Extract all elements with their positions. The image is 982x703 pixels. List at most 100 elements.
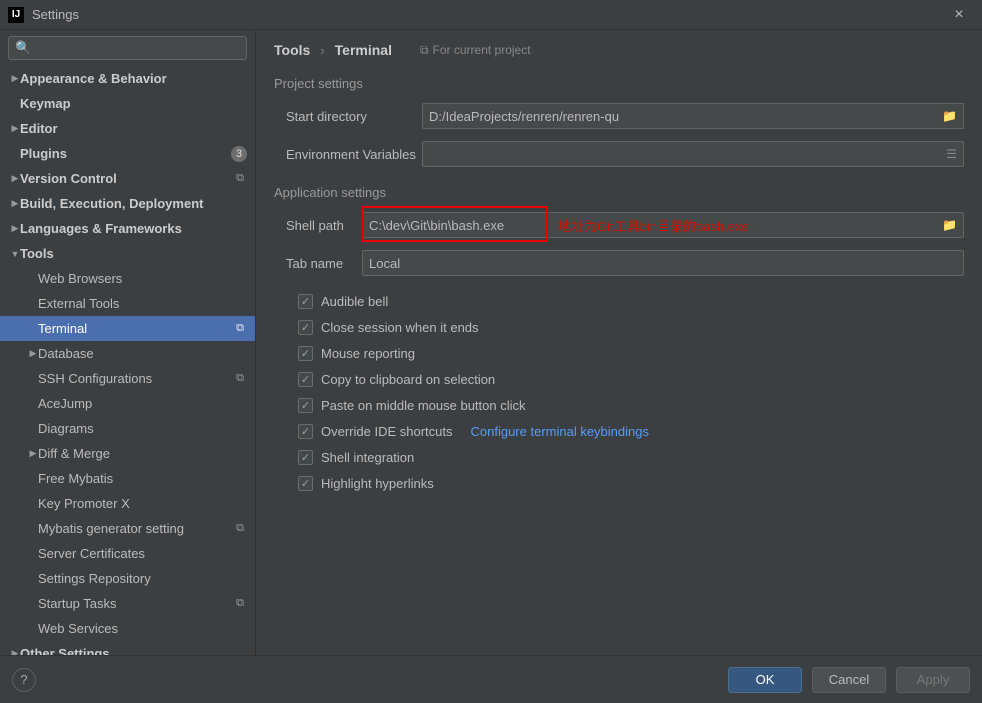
- sidebar-item-version-control[interactable]: ▶Version Control⧉: [0, 166, 255, 191]
- chevron-right-icon[interactable]: ▶: [10, 123, 20, 134]
- search-box[interactable]: 🔍: [8, 36, 247, 60]
- chevron-right-icon[interactable]: ▶: [28, 448, 38, 459]
- chevron-right-icon[interactable]: ▶: [10, 198, 20, 209]
- checkbox[interactable]: ✓: [298, 424, 313, 439]
- sidebar-item-label: Tools: [20, 246, 247, 261]
- sidebar-item-plugins[interactable]: Plugins3: [0, 141, 255, 166]
- checkbox-label: Close session when it ends: [321, 320, 479, 335]
- chevron-right-icon[interactable]: ▶: [10, 173, 20, 184]
- sidebar-item-mybatis-generator-setting[interactable]: Mybatis generator setting⧉: [0, 516, 255, 541]
- shell-path-field[interactable]: 📁: [362, 212, 964, 238]
- list-icon[interactable]: ☰: [946, 147, 957, 161]
- for-current-project: ⧉ For current project: [420, 43, 531, 58]
- search-input[interactable]: [35, 41, 240, 56]
- checkbox-row-mouse-reporting: ✓ Mouse reporting: [274, 340, 964, 366]
- sidebar-item-label: Other Settings: [20, 646, 247, 655]
- sidebar-item-languages-frameworks[interactable]: ▶Languages & Frameworks: [0, 216, 255, 241]
- sidebar-item-label: AceJump: [38, 396, 247, 411]
- sidebar-item-terminal[interactable]: Terminal⧉: [0, 316, 255, 341]
- sidebar-item-ssh-configurations[interactable]: SSH Configurations⧉: [0, 366, 255, 391]
- sidebar-item-label: Terminal: [38, 321, 233, 336]
- ok-button[interactable]: OK: [728, 667, 802, 693]
- sidebar-item-label: Key Promoter X: [38, 496, 247, 511]
- checkbox-row-override-ide-shortcuts: ✓Override IDE shortcutsConfigure termina…: [274, 418, 964, 444]
- start-directory-label: Start directory: [274, 109, 422, 124]
- tab-name-field[interactable]: [362, 250, 964, 276]
- sidebar-item-build-execution-deployment[interactable]: ▶Build, Execution, Deployment: [0, 191, 255, 216]
- env-vars-input[interactable]: [429, 147, 946, 162]
- folder-icon[interactable]: 📁: [942, 109, 957, 123]
- checkbox[interactable]: ✓: [298, 372, 313, 387]
- checkbox[interactable]: ✓: [298, 294, 313, 309]
- sidebar-item-free-mybatis[interactable]: Free Mybatis: [0, 466, 255, 491]
- env-vars-field[interactable]: ☰: [422, 141, 964, 167]
- content-panel: Tools › Terminal ⧉ For current project P…: [256, 30, 982, 655]
- shell-path-input[interactable]: [369, 218, 942, 233]
- start-directory-field[interactable]: 📁: [422, 103, 964, 129]
- checkbox-row-shell-integration: ✓ Shell integration: [274, 444, 964, 470]
- start-directory-input[interactable]: [429, 109, 942, 124]
- sidebar-item-diff-merge[interactable]: ▶Diff & Merge: [0, 441, 255, 466]
- sidebar-item-label: Languages & Frameworks: [20, 221, 247, 236]
- chevron-down-icon[interactable]: ▼: [10, 249, 20, 259]
- sidebar-item-label: Free Mybatis: [38, 471, 247, 486]
- sidebar: 🔍 ▶Appearance & BehaviorKeymap▶EditorPlu…: [0, 30, 256, 655]
- sidebar-item-web-browsers[interactable]: Web Browsers: [0, 266, 255, 291]
- checkbox-label: Shell integration: [321, 450, 414, 465]
- checkbox[interactable]: ✓: [298, 320, 313, 335]
- sidebar-item-settings-repository[interactable]: Settings Repository: [0, 566, 255, 591]
- section-application-settings: Application settings: [274, 185, 964, 200]
- chevron-right-icon[interactable]: ▶: [28, 348, 38, 359]
- tab-name-input[interactable]: [369, 256, 957, 271]
- sidebar-item-label: Keymap: [20, 96, 247, 111]
- sidebar-item-acejump[interactable]: AceJump: [0, 391, 255, 416]
- checkbox[interactable]: ✓: [298, 346, 313, 361]
- env-vars-label: Environment Variables: [274, 147, 422, 162]
- close-icon[interactable]: ×: [944, 6, 974, 24]
- chevron-right-icon[interactable]: ▶: [10, 648, 20, 655]
- apply-button[interactable]: Apply: [896, 667, 970, 693]
- checkbox-label: Copy to clipboard on selection: [321, 372, 495, 387]
- sidebar-item-label: Startup Tasks: [38, 596, 233, 611]
- checkbox-row-copy-to-clipboard-on-selection: ✓ Copy to clipboard on selection: [274, 366, 964, 392]
- tab-name-label: Tab name: [274, 256, 362, 271]
- sidebar-item-external-tools[interactable]: External Tools: [0, 291, 255, 316]
- sidebar-item-label: Server Certificates: [38, 546, 247, 561]
- chevron-right-icon[interactable]: ▶: [10, 223, 20, 234]
- footer: ? OK Cancel Apply: [0, 655, 982, 703]
- sidebar-item-label: Build, Execution, Deployment: [20, 196, 247, 211]
- sidebar-item-keymap[interactable]: Keymap: [0, 91, 255, 116]
- checkbox-row-close-session-when-it-ends: ✓ Close session when it ends: [274, 314, 964, 340]
- sidebar-item-label: Plugins: [20, 146, 231, 161]
- sidebar-item-key-promoter-x[interactable]: Key Promoter X: [0, 491, 255, 516]
- sidebar-item-startup-tasks[interactable]: Startup Tasks⧉: [0, 591, 255, 616]
- sidebar-item-tools[interactable]: ▼Tools: [0, 241, 255, 266]
- checkbox[interactable]: ✓: [298, 450, 313, 465]
- sidebar-item-label: Version Control: [20, 171, 233, 186]
- sidebar-item-appearance-behavior[interactable]: ▶Appearance & Behavior: [0, 66, 255, 91]
- sidebar-item-label: Editor: [20, 121, 247, 136]
- sidebar-item-diagrams[interactable]: Diagrams: [0, 416, 255, 441]
- sidebar-item-server-certificates[interactable]: Server Certificates: [0, 541, 255, 566]
- checkbox-label: Highlight hyperlinks: [321, 476, 434, 491]
- chevron-right-icon[interactable]: ▶: [10, 73, 20, 84]
- window-title: Settings: [32, 7, 944, 22]
- folder-icon[interactable]: 📁: [942, 218, 957, 232]
- checkbox-row-highlight-hyperlinks: ✓ Highlight hyperlinks: [274, 470, 964, 496]
- sidebar-item-label: External Tools: [38, 296, 247, 311]
- section-project-settings: Project settings: [274, 76, 964, 91]
- breadcrumb-tools[interactable]: Tools: [274, 42, 310, 58]
- checkbox-label: Mouse reporting: [321, 346, 415, 361]
- sidebar-item-editor[interactable]: ▶Editor: [0, 116, 255, 141]
- project-scope-icon: ⧉: [233, 597, 247, 611]
- checkbox[interactable]: ✓: [298, 398, 313, 413]
- sidebar-item-other-settings[interactable]: ▶Other Settings: [0, 641, 255, 655]
- sidebar-item-database[interactable]: ▶Database: [0, 341, 255, 366]
- configure-keybindings-link[interactable]: Configure terminal keybindings: [471, 424, 649, 439]
- titlebar: IJ Settings ×: [0, 0, 982, 30]
- sidebar-item-web-services[interactable]: Web Services: [0, 616, 255, 641]
- help-button[interactable]: ?: [12, 668, 36, 692]
- checkbox[interactable]: ✓: [298, 476, 313, 491]
- cancel-button[interactable]: Cancel: [812, 667, 886, 693]
- sidebar-item-label: Database: [38, 346, 247, 361]
